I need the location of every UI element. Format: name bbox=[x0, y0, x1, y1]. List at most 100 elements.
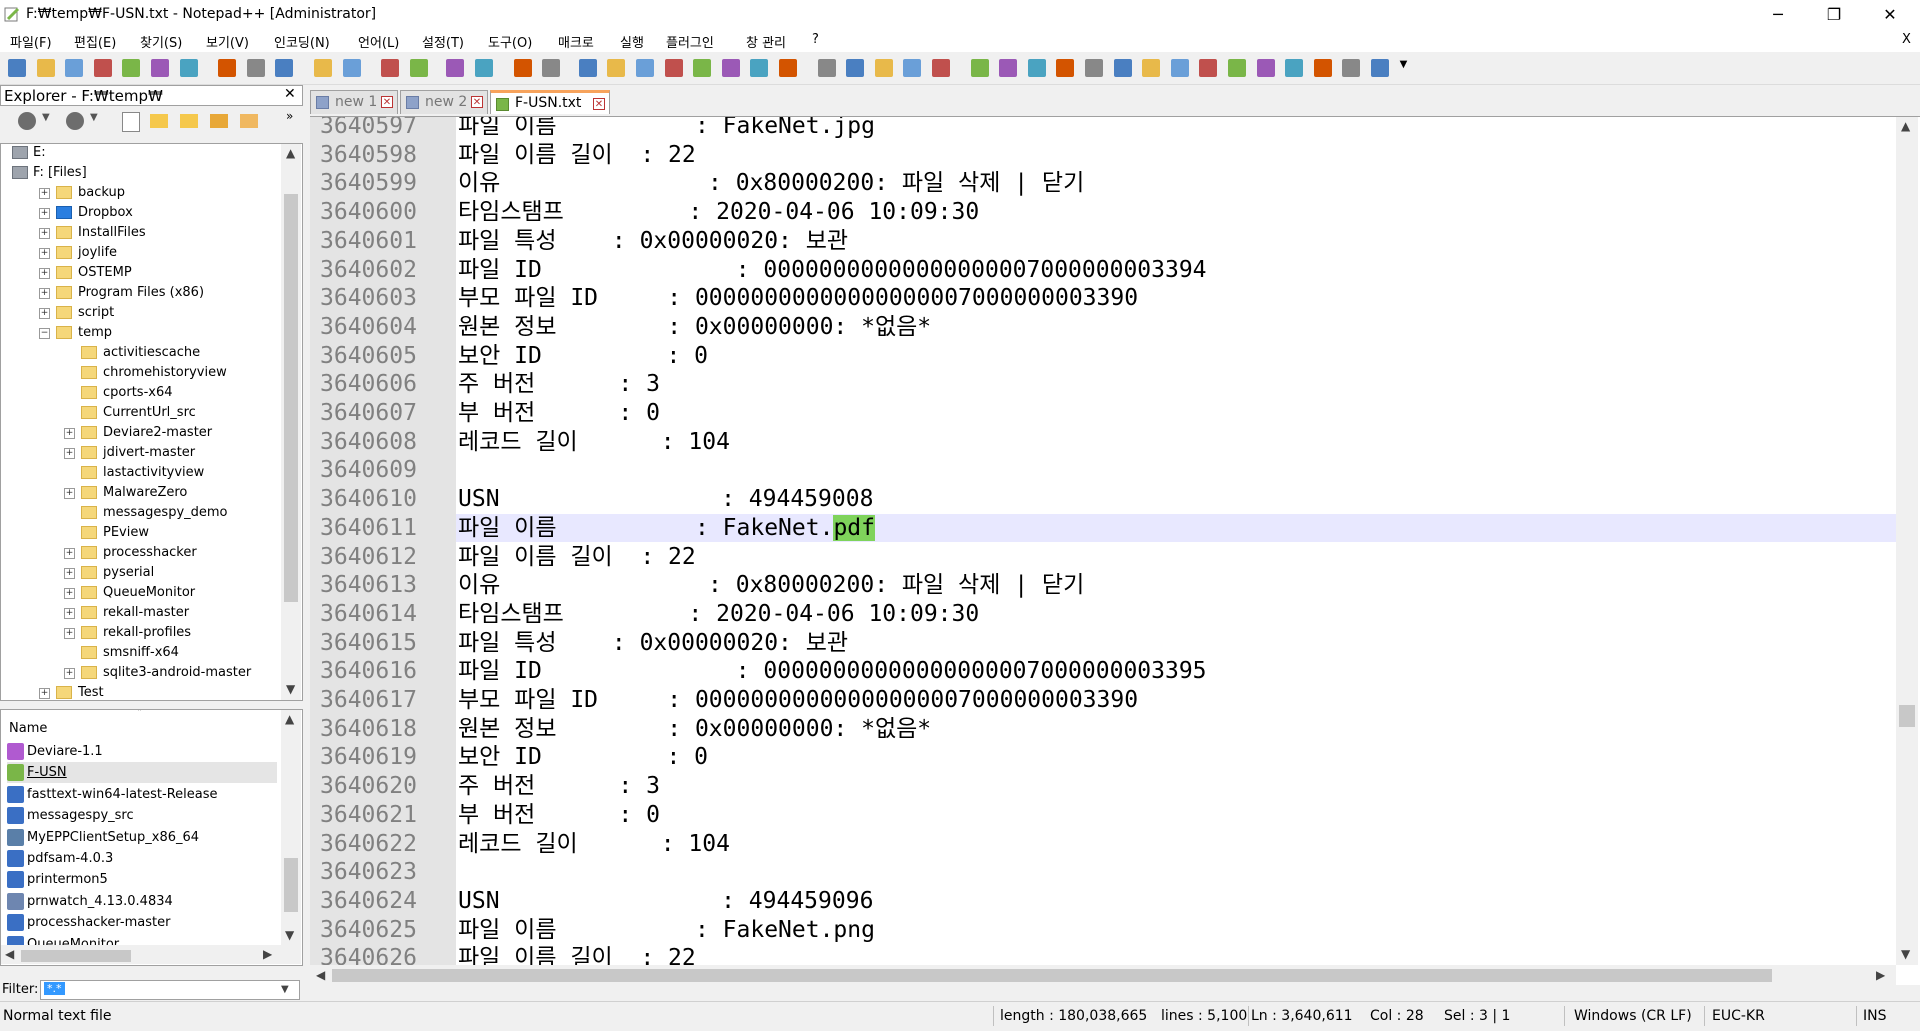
print-icon[interactable] bbox=[179, 59, 198, 77]
text-area[interactable]: 3640597 파일 이름 : FakeNet.jpg 3640598 파일 이름 길… bbox=[310, 117, 1896, 971]
expand-icon[interactable]: + bbox=[64, 668, 75, 679]
indent-guide-icon[interactable] bbox=[636, 59, 654, 77]
text-line[interactable]: 3640598 파일 이름 길이 : 22 bbox=[310, 141, 1895, 170]
expand-icon[interactable]: + bbox=[64, 548, 75, 559]
plugin-a-icon[interactable] bbox=[970, 59, 989, 77]
scroll-up-icon[interactable]: ▲ bbox=[1901, 119, 1910, 133]
file-list-item[interactable]: printermon5 bbox=[7, 869, 277, 890]
save-macro-icon[interactable] bbox=[932, 59, 950, 77]
menu-run[interactable]: 실행 bbox=[618, 32, 646, 51]
menu-macro[interactable]: 매크로 bbox=[556, 32, 596, 51]
text-line[interactable]: 3640603 부모 파일 ID : 0000000000000000000700… bbox=[310, 284, 1895, 313]
wrap-icon[interactable] bbox=[578, 59, 597, 77]
tree-item[interactable]: chromehistoryview bbox=[1, 363, 281, 383]
text-line[interactable]: 3640604 원본 정보 : 0x00000000: *없음* bbox=[310, 313, 1895, 342]
heart-icon[interactable] bbox=[1285, 59, 1304, 77]
tree-item[interactable]: + InstallFiles bbox=[1, 223, 281, 243]
tree-item[interactable]: + Deviare2-master bbox=[1, 423, 281, 443]
back-icon[interactable] bbox=[18, 112, 36, 130]
tree-item[interactable]: PEview bbox=[1, 523, 281, 543]
redo-icon[interactable] bbox=[342, 59, 361, 77]
new-file-icon[interactable] bbox=[8, 59, 26, 77]
expand-icon[interactable]: + bbox=[39, 688, 50, 699]
editor-vscroll[interactable]: ▲ ▼ bbox=[1896, 117, 1918, 965]
file-list-item[interactable]: MyEPPClientSetup_x86_64 bbox=[7, 827, 277, 848]
monitor-icon[interactable] bbox=[779, 59, 797, 77]
menu-window[interactable]: 창 관리 bbox=[744, 32, 788, 51]
text-line[interactable]: 3640607 부 버전 : 0 bbox=[310, 399, 1895, 428]
text-line[interactable]: 3640622 레코드 길이 : 104 bbox=[310, 830, 1895, 859]
italic-h-icon[interactable] bbox=[1313, 59, 1332, 77]
tree-item[interactable]: CurrentUrl_src bbox=[1, 403, 281, 423]
zoom-in-icon[interactable] bbox=[446, 59, 465, 77]
expand-icon[interactable]: + bbox=[39, 208, 50, 219]
text-line[interactable]: 3640624 USN : 494459096 bbox=[310, 887, 1895, 916]
text-line[interactable]: 3640619 보안 ID : 0 bbox=[310, 743, 1895, 772]
scroll-left-icon[interactable]: ◀ bbox=[5, 947, 14, 961]
plugin-d-icon[interactable] bbox=[1056, 59, 1075, 77]
text-line[interactable]: 3640616 파일 ID : 0000000000000000000700000… bbox=[310, 657, 1895, 686]
file-list-item[interactable]: prnwatch_4.13.0.4834 bbox=[7, 891, 277, 912]
text-line[interactable]: 3640608 레코드 길이 : 104 bbox=[310, 428, 1895, 457]
tab-close-icon[interactable]: ✕ bbox=[381, 96, 393, 108]
menu-language[interactable]: 언어(L) bbox=[356, 32, 401, 51]
text-line[interactable]: 3640623 bbox=[310, 858, 1895, 887]
record-macro-icon[interactable] bbox=[817, 59, 836, 77]
plugin-i-icon[interactable] bbox=[1371, 59, 1389, 77]
filter-value[interactable]: *.* bbox=[44, 982, 65, 995]
expand-icon[interactable]: + bbox=[39, 308, 50, 319]
stop-macro-icon[interactable] bbox=[846, 59, 865, 77]
scroll-down-icon[interactable]: ▼ bbox=[285, 928, 294, 942]
plugin-c-icon[interactable] bbox=[1027, 59, 1046, 77]
file-list-hscroll-thumb[interactable] bbox=[21, 950, 131, 962]
copy-icon[interactable] bbox=[246, 59, 265, 77]
down-icon[interactable] bbox=[1113, 59, 1132, 77]
plugin-e-icon[interactable] bbox=[1142, 59, 1161, 77]
text-line[interactable]: 3640599 이유 : 0x80000200: 파일 삭제 | 닫기 bbox=[310, 169, 1895, 198]
scroll-up-icon[interactable]: ▲ bbox=[286, 146, 295, 160]
expand-icon[interactable]: + bbox=[64, 588, 75, 599]
tree-item[interactable]: cports-x64 bbox=[1, 383, 281, 403]
scroll-right-icon[interactable]: ▶ bbox=[263, 947, 272, 961]
plugin-f-icon[interactable] bbox=[1170, 59, 1189, 77]
scroll-up-icon[interactable]: ▲ bbox=[285, 712, 294, 726]
text-line[interactable]: 3640621 부 버전 : 0 bbox=[310, 801, 1895, 830]
menu-edit[interactable]: 편집(E) bbox=[72, 32, 118, 51]
expand-icon[interactable]: + bbox=[39, 188, 50, 199]
text-line[interactable]: 3640625 파일 이름 : FakeNet.png bbox=[310, 916, 1895, 945]
minimize-button[interactable]: ─ bbox=[1750, 0, 1806, 30]
new-file-icon[interactable] bbox=[122, 112, 140, 132]
tree-item[interactable]: + Test bbox=[1, 683, 281, 700]
tree-vscroll-thumb[interactable] bbox=[284, 194, 298, 602]
text-line[interactable]: 3640602 파일 ID : 0000000000000000000700000… bbox=[310, 256, 1895, 285]
forward-dropdown-icon[interactable]: ▼ bbox=[90, 112, 98, 123]
sync-v-icon[interactable] bbox=[513, 59, 532, 77]
tree-item[interactable]: F: [Files] bbox=[1, 163, 281, 183]
menu-help[interactable]: ? bbox=[810, 32, 821, 47]
expand-icon[interactable]: + bbox=[64, 428, 75, 439]
file-list-header-name[interactable]: Name bbox=[9, 721, 47, 736]
plugin-g-icon[interactable] bbox=[1199, 59, 1218, 77]
text-line[interactable]: 3640620 주 버전 : 3 bbox=[310, 772, 1895, 801]
text-line[interactable]: 3640611 파일 이름 : FakeNet.pdf bbox=[310, 513, 1896, 543]
filter-combobox[interactable]: *.* ▼ bbox=[40, 980, 300, 1000]
tree-item[interactable]: + jdivert-master bbox=[1, 443, 281, 463]
save-all-icon[interactable] bbox=[93, 59, 112, 77]
file-list-item[interactable]: messagespy_src bbox=[7, 805, 277, 826]
scroll-left-icon[interactable]: ◀ bbox=[316, 968, 325, 982]
text-line[interactable]: 3640617 부모 파일 ID : 0000000000000000000700… bbox=[310, 686, 1895, 715]
tree-item[interactable]: lastactivityview bbox=[1, 463, 281, 483]
tree-item[interactable]: + OSTEMP bbox=[1, 263, 281, 283]
tree-item[interactable]: + QueueMonitor bbox=[1, 583, 281, 603]
text-line[interactable]: 3640600 타임스탬프 : 2020-04-06 10:09:30 bbox=[310, 198, 1895, 227]
tree-item[interactable]: + Dropbox bbox=[1, 203, 281, 223]
text-line[interactable]: 3640612 파일 이름 길이 : 22 bbox=[310, 543, 1895, 572]
play-macro-icon[interactable] bbox=[874, 59, 893, 77]
text-line[interactable]: 3640615 파일 특성 : 0x00000020: 보관 bbox=[310, 629, 1895, 658]
json-icon[interactable] bbox=[1342, 59, 1361, 77]
up-icon[interactable] bbox=[1085, 59, 1103, 77]
user-folder-icon[interactable] bbox=[210, 114, 228, 128]
file-list-item[interactable]: Deviare-1.1 bbox=[7, 741, 277, 762]
paste-icon[interactable] bbox=[275, 59, 294, 77]
expand-icon[interactable]: + bbox=[39, 268, 50, 279]
